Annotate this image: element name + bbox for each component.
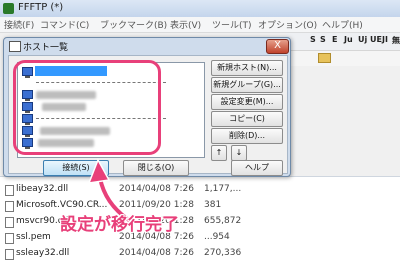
annotation-callout: 設定が移行完了 <box>60 215 179 235</box>
